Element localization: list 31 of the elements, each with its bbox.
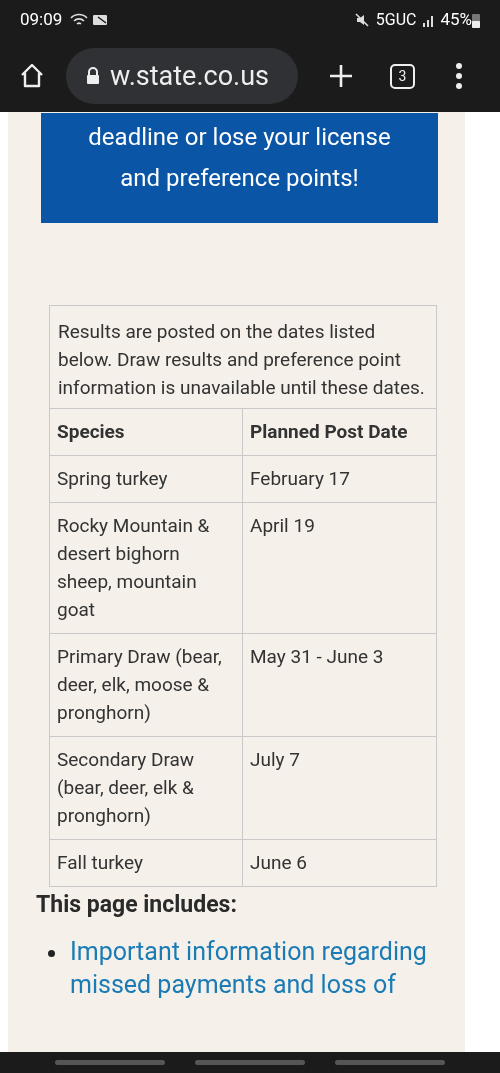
table-cell: Fall turkey [50, 840, 243, 886]
column-header: Species [50, 409, 243, 455]
table-cell-text: July 7 [249, 747, 301, 773]
table-cell: Rocky Mountain & desert bighorn sheep, mountain goat [50, 503, 243, 633]
table-cell-text: April 19 [249, 513, 316, 539]
status-time: 09:09 [20, 8, 63, 32]
tab-count-button[interactable]: 3 [390, 63, 415, 89]
table-cell: Secondary Draw (bear, deer, elk & pronghorn) [50, 737, 243, 839]
notification-icon [92, 14, 109, 26]
column-header: Planned Post Date [249, 419, 409, 445]
network-type: 5GUC [375, 9, 417, 31]
table-cell-text: February 17 [249, 466, 351, 492]
url-bar[interactable]: w.state.co.us [66, 48, 298, 104]
banner-text: and preference points! [120, 163, 359, 194]
table-cell-text: May 31 - June 3 [249, 644, 385, 670]
link[interactable]: Important information regarding missed payments and loss of [70, 935, 440, 1001]
battery-percent: 45% [440, 8, 472, 32]
menu-icon[interactable] [455, 63, 463, 89]
url-text: w.state.co.us [110, 58, 269, 94]
table-cell: Primary Draw (bear, deer, elk, moose & pronghorn) [50, 634, 243, 736]
section-heading: This page includes: [36, 890, 238, 920]
table-caption: Results are posted on the dates listed below. Draw results and preference point information is unavailable until these dates. [50, 306, 436, 409]
banner-text: deadline or lose your license [88, 122, 391, 153]
mute-icon [353, 12, 370, 28]
table-cell: Spring turkey [50, 456, 243, 502]
wifi-icon [70, 13, 89, 27]
lock-icon [86, 67, 100, 85]
new-tab-icon[interactable] [328, 63, 354, 89]
battery-icon [472, 12, 480, 28]
bullet-icon [48, 950, 55, 957]
table-cell-text: June 6 [249, 850, 308, 876]
